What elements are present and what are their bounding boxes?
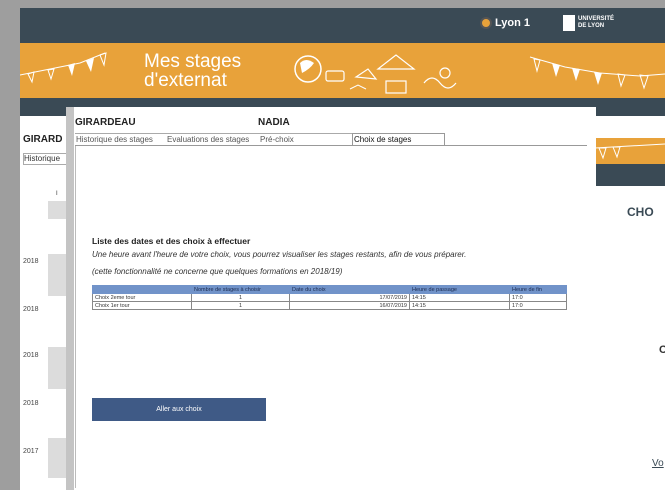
column-header: Heure de fin [509,285,567,294]
univ-line1: UNIVERSITÉ [578,16,615,22]
section-heading: Liste des dates et des choix à effectuer [92,236,251,246]
lyon1-label: Lyon 1 [495,17,531,29]
cell-date: 16/07/2019 [289,301,410,310]
universite-de-lyon-logo: UNIVERSITÉ DE LYON [563,15,614,31]
cell-date: 17/07/2019 [289,293,410,302]
background-year: 2018 [23,306,39,313]
table-row: Choix 1er tour 1 16/07/2019 14:15 17:0 [92,301,567,310]
choices-table: Nombre de stages à choisir Date du choix… [92,285,567,310]
top-bar: Lyon 1 UNIVERSITÉ DE LYON [20,8,665,43]
right-link[interactable]: Vo [652,458,664,469]
background-row-block [48,201,68,219]
background-row-block [48,347,68,389]
lyon1-circle-icon [480,17,492,30]
banner: Mes stages d'externat [20,43,665,98]
banner-title-line2: d'externat [144,70,227,91]
student-first-name: NADIA [258,117,290,128]
cell-tour: Choix 1er tour [92,301,192,310]
cell-heure-fin: 17:0 [509,293,567,302]
univ-line2: DE LYON [578,23,605,29]
column-header: Date du choix [289,285,410,294]
background-year: 2017 [23,448,39,455]
right-banner [595,138,665,164]
column-header: Heure de passage [409,285,510,294]
bunting-decoration-icon [20,52,665,94]
cell-nombre: 1 [191,293,290,302]
tab-historique-des-stages[interactable]: Historique des stages [75,133,167,145]
tab-pre-choix[interactable]: Pré-choix [259,133,353,145]
column-header: Nombre de stages à choisir [191,285,290,294]
column-header [92,285,192,294]
info-note: (cette fonctionnalité ne concerne que qu… [92,267,343,276]
table-row: Choix 2eme tour 1 17/07/2019 14:15 17:0 [92,293,567,302]
info-text: Une heure avant l'heure de votre choix, … [92,250,467,259]
tab-content-frame [75,146,588,488]
background-row-block [48,254,68,296]
banner-title: Mes stages d'externat [144,52,241,90]
window-edge [66,107,74,490]
background-year: 2018 [23,400,39,407]
tab-evaluations-des-stages[interactable]: Evaluations des stages [166,133,260,145]
cell-heure-passage: 14:15 [409,301,510,310]
student-last-name: GIRARDEAU [75,117,136,128]
lyon1-logo: Lyon 1 [480,17,531,30]
banner-title-line1: Mes stages [144,51,242,72]
right-nav-bar [595,164,665,186]
right-heading: CHO [627,205,654,219]
cell-tour: Choix 2eme tour [92,293,192,302]
background-letter: I [56,191,58,197]
background-year: 2018 [23,258,39,265]
background-student-name: GIRARD [23,134,63,145]
table-header-row: Nombre de stages à choisir Date du choix… [92,285,567,294]
background-row-block [48,438,68,478]
right-window: CHO C Vo [595,138,665,490]
right-letter: C [659,344,665,356]
cell-nombre: 1 [191,301,290,310]
cell-heure-passage: 14:15 [409,293,510,302]
bunting-decoration-icon [595,143,665,160]
main-window: GIRARDEAU NADIA Historique des stages Ev… [66,107,596,490]
aller-aux-choix-button[interactable]: Aller aux choix [92,398,266,421]
background-year: 2018 [23,352,39,359]
university-emblem-icon [563,15,575,31]
cell-heure-fin: 17:0 [509,301,567,310]
